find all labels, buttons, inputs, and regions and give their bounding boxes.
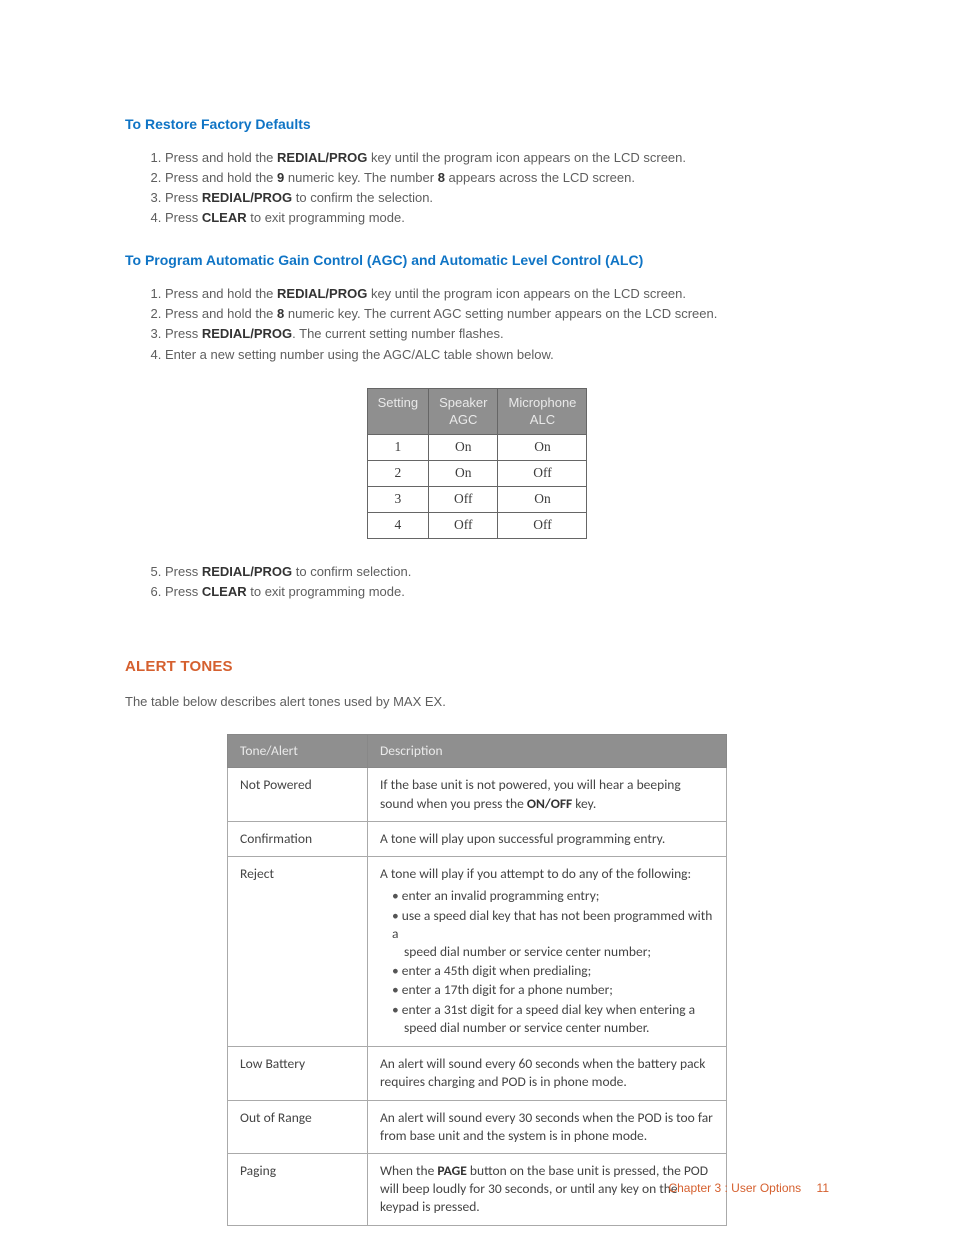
alert-tones-table: Tone/Alert Description Not Powered If th…: [227, 734, 727, 1226]
list-item: Press CLEAR to exit programming mode.: [165, 209, 829, 227]
heading-restore-defaults: To Restore Factory Defaults: [125, 115, 829, 135]
alert-label: Paging: [228, 1153, 368, 1225]
table-row: Out of Range An alert will sound every 3…: [228, 1100, 727, 1153]
alert-desc: If the base unit is not powered, you wil…: [368, 768, 727, 821]
table-row: Low Battery An alert will sound every 60…: [228, 1047, 727, 1100]
list-item: Enter a new setting number using the AGC…: [165, 346, 829, 364]
page-footer: Chapter 3 : User Options 11: [668, 1180, 829, 1197]
list-item: enter a 17th digit for a phone number;: [392, 981, 714, 999]
table-row: Not Powered If the base unit is not powe…: [228, 768, 727, 821]
list-item: Press and hold the 9 numeric key. The nu…: [165, 169, 829, 187]
list-item: use a speed dial key that has not been p…: [392, 907, 714, 962]
alert-desc: A tone will play if you attempt to do an…: [368, 857, 727, 1047]
list-item: Press CLEAR to exit programming mode.: [165, 583, 829, 601]
table-row: 4OffOff: [367, 513, 587, 539]
list-item: Press REDIAL/PROG to confirm selection.: [165, 563, 829, 581]
table-row: 1OnOn: [367, 435, 587, 461]
alert-desc: A tone will play upon successful program…: [368, 821, 727, 856]
list-item: enter an invalid programming entry;: [392, 887, 714, 905]
alert-label: Low Battery: [228, 1047, 368, 1100]
list-item: enter a 31st digit for a speed dial key …: [392, 1001, 714, 1037]
list-item: Press REDIAL/PROG to confirm the selecti…: [165, 189, 829, 207]
list-item: Press and hold the REDIAL/PROG key until…: [165, 149, 829, 167]
table-row: Confirmation A tone will play upon succe…: [228, 821, 727, 856]
list-item: Press and hold the REDIAL/PROG key until…: [165, 285, 829, 303]
alert-label: Reject: [228, 857, 368, 1047]
alert-label: Confirmation: [228, 821, 368, 856]
list-item: enter a 45th digit when predialing;: [392, 962, 714, 980]
document-page: To Restore Factory Defaults Press and ho…: [0, 0, 954, 1235]
agc-steps-list-a: Press and hold the REDIAL/PROG key until…: [125, 285, 829, 364]
table-row: 2OnOff: [367, 461, 587, 487]
agc-alc-table: Setting SpeakerAGC MicrophoneALC 1OnOn 2…: [367, 388, 588, 539]
list-item: Press and hold the 8 numeric key. The cu…: [165, 305, 829, 323]
table-row: Reject A tone will play if you attempt t…: [228, 857, 727, 1047]
agc-steps-list-b: Press REDIAL/PROG to confirm selection. …: [125, 563, 829, 601]
alerts-th-desc: Description: [368, 734, 727, 768]
alerts-th-tone: Tone/Alert: [228, 734, 368, 768]
table-row: Paging When the PAGE button on the base …: [228, 1153, 727, 1225]
alert-label: Out of Range: [228, 1100, 368, 1153]
list-item: Press REDIAL/PROG. The current setting n…: [165, 325, 829, 343]
alert-desc: An alert will sound every 30 seconds whe…: [368, 1100, 727, 1153]
heading-alert-tones: ALERT TONES: [125, 656, 829, 677]
footer-chapter: Chapter 3 : User Options: [668, 1181, 801, 1195]
alert-tones-intro: The table below describes alert tones us…: [125, 693, 829, 711]
table-row: 3OffOn: [367, 487, 587, 513]
alert-label: Not Powered: [228, 768, 368, 821]
agc-th-speaker: SpeakerAGC: [429, 388, 498, 435]
agc-th-setting: Setting: [367, 388, 428, 435]
restore-steps-list: Press and hold the REDIAL/PROG key until…: [125, 149, 829, 228]
reject-list: enter an invalid programming entry; use …: [380, 887, 714, 1037]
heading-program-agc-alc: To Program Automatic Gain Control (AGC) …: [125, 251, 829, 271]
footer-page-number: 11: [817, 1181, 829, 1195]
agc-th-mic: MicrophoneALC: [498, 388, 587, 435]
alert-desc: An alert will sound every 60 seconds whe…: [368, 1047, 727, 1100]
